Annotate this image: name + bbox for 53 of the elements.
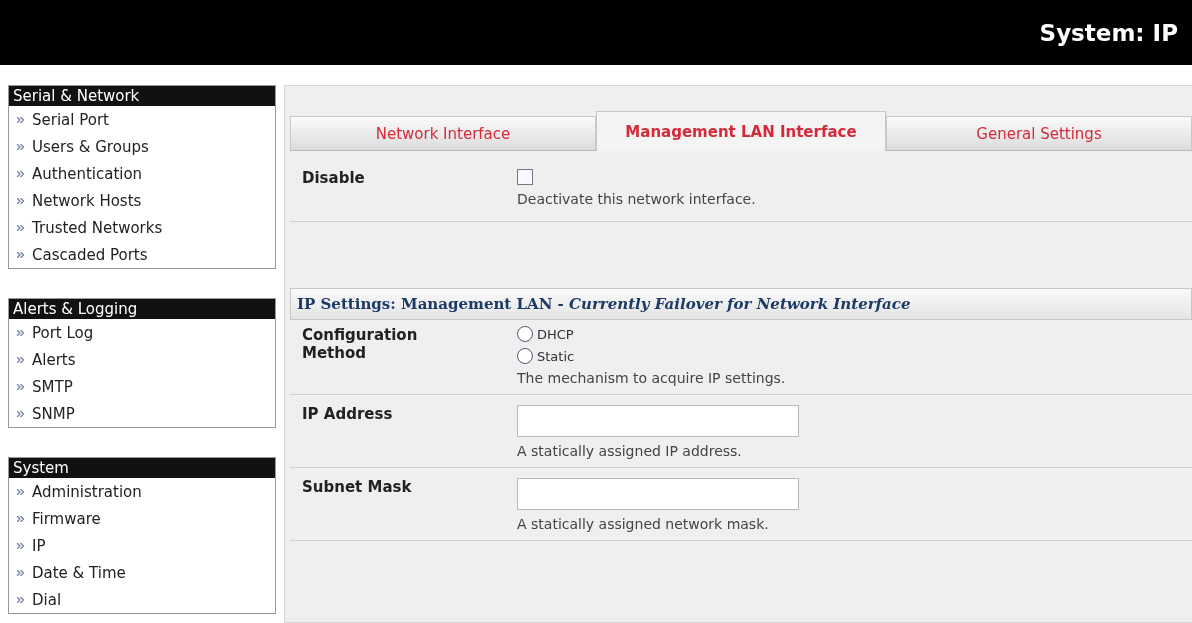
nav-link[interactable]: SMTP: [9, 373, 275, 400]
nav-link[interactable]: Administration: [9, 478, 275, 505]
chevron-icon: [17, 356, 24, 363]
nav-heading: Serial & Network: [9, 86, 275, 106]
radio-button[interactable]: [517, 348, 533, 364]
field-label: Subnet Mask: [302, 478, 413, 498]
chevron-icon: [17, 170, 24, 177]
checkbox[interactable]: [517, 169, 533, 185]
chevron-icon: [17, 542, 24, 549]
field-label: IP Address: [302, 405, 394, 425]
nav-link[interactable]: Network Hosts: [9, 187, 275, 214]
field-label: Disable: [302, 169, 366, 189]
nav-heading: Alerts & Logging: [9, 299, 275, 319]
nav-link[interactable]: Date & Time: [9, 559, 275, 586]
text-field[interactable]: [517, 478, 799, 510]
nav-link[interactable]: Port Log: [9, 319, 275, 346]
chevron-icon: [17, 143, 24, 150]
tab[interactable]: Network Interface: [290, 116, 596, 150]
nav-link[interactable]: Serial Port: [9, 106, 275, 133]
nav-link[interactable]: Authentication: [9, 160, 275, 187]
chevron-icon: [17, 329, 24, 336]
nav-link[interactable]: SNMP: [9, 400, 275, 427]
nav-link[interactable]: Alerts: [9, 346, 275, 373]
field-label: Configuration Method: [302, 326, 419, 364]
help-text: A statically assigned IP address.: [517, 443, 743, 459]
help-text: A statically assigned network mask.: [517, 516, 770, 532]
page-title: System: IP: [1039, 19, 1178, 46]
nav-link[interactable]: Users & Groups: [9, 133, 275, 160]
nav-link[interactable]: Trusted Networks: [9, 214, 275, 241]
radio-option[interactable]: Static: [517, 348, 1192, 364]
chevron-icon: [17, 515, 24, 522]
nav-link[interactable]: Dial: [9, 586, 275, 613]
nav-link[interactable]: IP: [9, 532, 275, 559]
chevron-icon: [17, 251, 24, 258]
chevron-icon: [17, 116, 24, 123]
section-heading: IP Settings: Management LAN - Currently Failover for Network Interface: [290, 288, 1192, 320]
tab[interactable]: General Settings: [886, 116, 1192, 150]
chevron-icon: [17, 596, 24, 603]
text-field[interactable]: [517, 405, 799, 437]
chevron-icon: [17, 383, 24, 390]
tab[interactable]: Management LAN Interface: [596, 111, 886, 151]
radio-button[interactable]: [517, 326, 533, 342]
nav-link[interactable]: Firmware: [9, 505, 275, 532]
chevron-icon: [17, 569, 24, 576]
help-text: Deactivate this network interface.: [517, 191, 757, 207]
nav-heading: System: [9, 458, 275, 478]
help-text: The mechanism to acquire IP settings.: [517, 370, 787, 386]
chevron-icon: [17, 488, 24, 495]
nav-link[interactable]: Cascaded Ports: [9, 241, 275, 268]
chevron-icon: [17, 197, 24, 204]
radio-option[interactable]: DHCP: [517, 326, 1192, 342]
chevron-icon: [17, 224, 24, 231]
chevron-icon: [17, 410, 24, 417]
